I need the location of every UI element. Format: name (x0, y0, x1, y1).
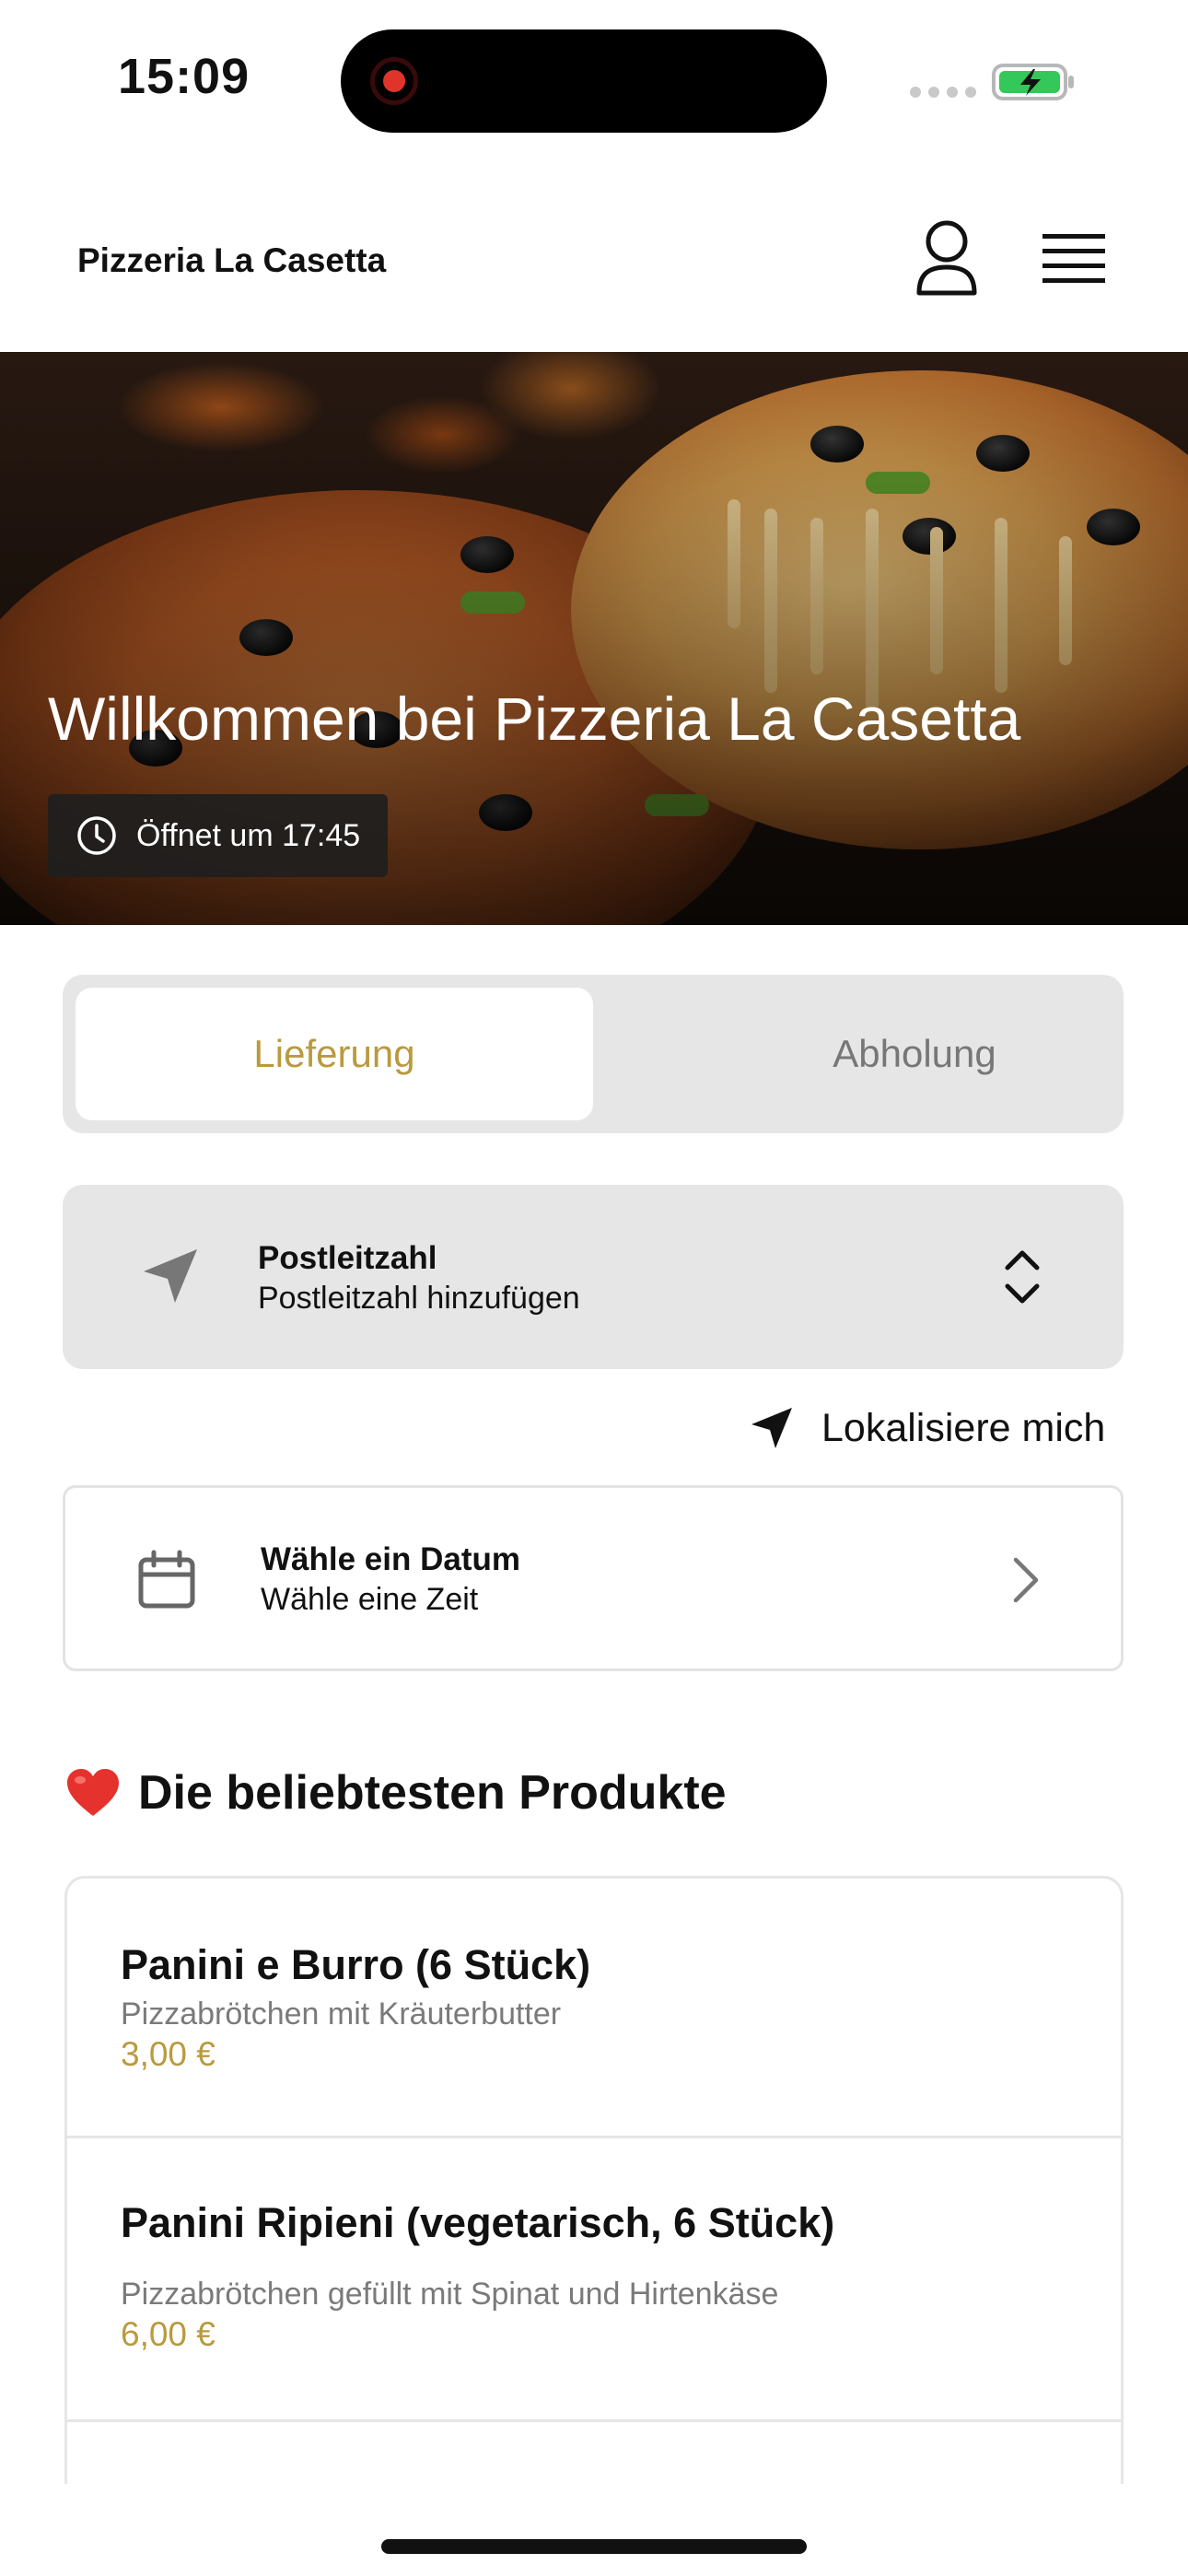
product-item[interactable]: Panini Ripieni (vegetarisch, 6 Stück) Pi… (67, 2138, 1121, 2422)
record-icon (370, 57, 418, 105)
status-time: 15:09 (118, 49, 250, 104)
user-icon[interactable] (914, 217, 980, 299)
product-item[interactable]: Panini e Burro (6 Stück) Pizzabrötchen m… (67, 1879, 1121, 2138)
dynamic-island (341, 29, 827, 133)
date-time-picker[interactable]: Wähle ein Datum Wähle eine Zeit (63, 1485, 1124, 1671)
chevron-up-down-icon (1005, 1250, 1040, 1304)
calendar-icon (138, 1550, 195, 1609)
battery-icon (992, 64, 1074, 100)
postcode-label: Postleitzahl (258, 1240, 437, 1276)
locate-me-label: Lokalisiere mich (821, 1405, 1106, 1450)
tab-delivery[interactable]: Lieferung (76, 988, 593, 1120)
navigation-arrow-icon (144, 1249, 197, 1303)
postcode-selector[interactable]: Postleitzahl Postleitzahl hinzufügen (63, 1185, 1124, 1369)
product-name: Panini Ripieni (vegetarisch, 6 Stück) (121, 2199, 835, 2246)
product-description: Pizzabrötchen gefüllt mit Spinat und Hir… (121, 2277, 779, 2312)
hero-title: Willkommen bei Pizzeria La Casetta (48, 685, 1021, 753)
order-mode-toggle: Lieferung Abholung (63, 975, 1124, 1133)
product-list: Panini e Burro (6 Stück) Pizzabrötchen m… (64, 1876, 1124, 2484)
postcode-placeholder: Postleitzahl hinzufügen (258, 1281, 580, 1316)
popular-products-heading: Die beliebtesten Produkte (64, 1765, 727, 1821)
chevron-right-icon (1013, 1557, 1039, 1603)
product-price: 6,00 € (121, 2315, 215, 2353)
clock-icon (77, 816, 116, 855)
home-indicator[interactable] (381, 2539, 807, 2554)
hero-banner: Willkommen bei Pizzeria La Casetta Öffne… (0, 352, 1188, 925)
heart-icon (67, 1769, 119, 1816)
brand-title[interactable]: Pizzeria La Casetta (77, 241, 386, 280)
locate-me-button[interactable]: Lokalisiere mich (748, 1400, 1105, 1456)
tab-pickup[interactable]: Abholung (656, 988, 1173, 1120)
date-label: Wähle ein Datum (261, 1541, 520, 1577)
signal-icon (910, 87, 976, 98)
locate-arrow-icon (751, 1408, 792, 1448)
product-description: Pizzabrötchen mit Kräuterbutter (121, 1996, 562, 2032)
menu-icon[interactable] (1039, 230, 1109, 287)
opening-hours-badge: Öffnet um 17:45 (48, 794, 389, 877)
status-bar: 15:09 (0, 0, 1188, 166)
app-header: Pizzeria La Casetta (0, 184, 1188, 350)
popular-products-title: Die beliebtesten Produkte (138, 1766, 727, 1820)
product-price: 3,00 € (121, 2035, 215, 2073)
product-name: Panini e Burro (6 Stück) (121, 1941, 591, 1988)
time-label: Wähle eine Zeit (261, 1582, 479, 1617)
opening-hours-text: Öffnet um 17:45 (136, 817, 361, 853)
